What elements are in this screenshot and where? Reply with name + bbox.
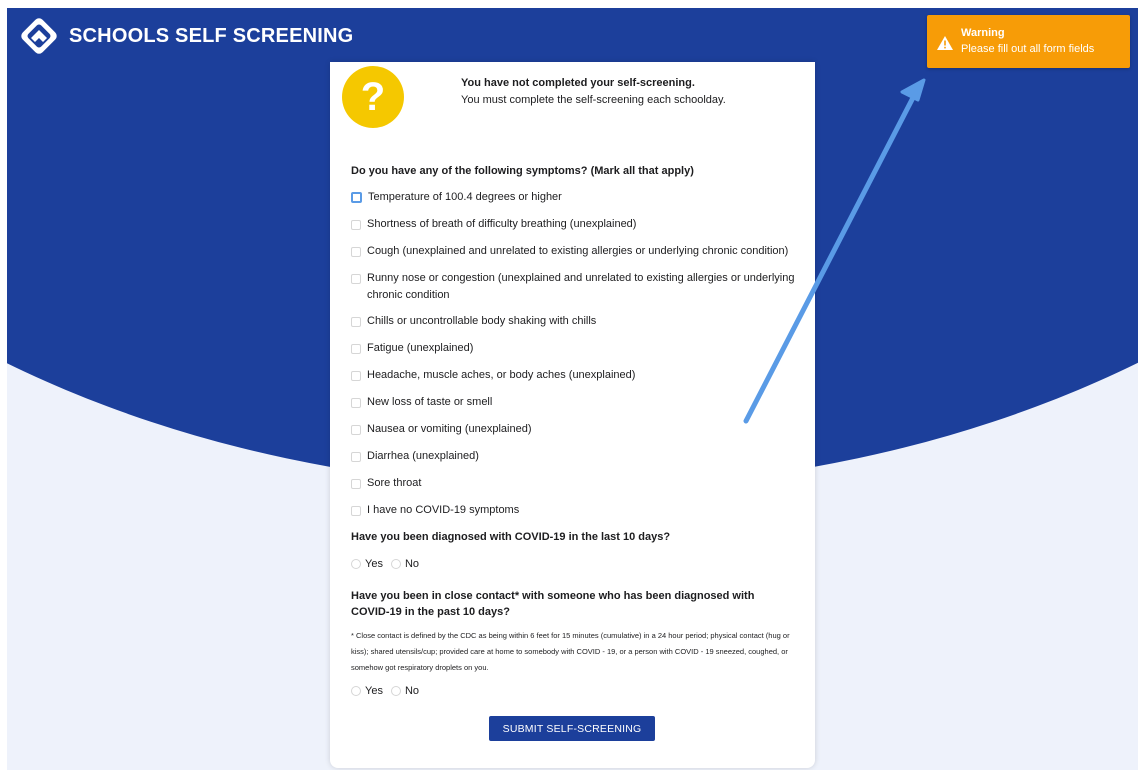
symptom-checkbox[interactable] (351, 479, 361, 489)
diagnosed-question: Have you been diagnosed with COVID-19 in… (351, 531, 671, 543)
symptom-checkbox[interactable] (351, 425, 361, 435)
contact-no-radio[interactable] (390, 686, 401, 696)
question-mark-icon: ? (342, 66, 404, 128)
symptom-option[interactable]: Chills or uncontrollable body shaking wi… (351, 313, 797, 330)
symptom-option[interactable]: Headache, muscle aches, or body aches (u… (351, 367, 797, 384)
symptom-label: Fatigue (unexplained) (367, 342, 474, 354)
symptom-option[interactable]: Shortness of breath of difficulty breath… (351, 216, 797, 233)
contact-question: Have you been in close contact* with som… (351, 590, 755, 618)
warning-triangle-icon (937, 36, 953, 50)
symptom-option[interactable]: I have no COVID-19 symptoms (351, 502, 797, 519)
symptom-label: Runny nose or congestion (unexplained an… (367, 272, 795, 301)
brand-title: SCHOOLS SELF SCREENING (69, 24, 354, 47)
brand-logo-icon (21, 18, 57, 54)
symptom-label: Temperature of 100.4 degrees or higher (368, 191, 562, 203)
notice-subtitle: You must complete the self-screening eac… (461, 94, 726, 106)
symptom-label: New loss of taste or smell (367, 396, 493, 408)
diagnosed-yes-radio[interactable] (351, 559, 361, 569)
symptom-label: Diarrhea (unexplained) (367, 450, 479, 462)
symptom-option[interactable]: Diarrhea (unexplained) (351, 448, 797, 465)
symptom-label: Chills or uncontrollable body shaking wi… (367, 315, 597, 327)
diagnosed-no-label[interactable]: No (405, 558, 419, 570)
diagnosed-no-radio[interactable] (390, 559, 401, 569)
symptom-label: Cough (unexplained and unrelated to exis… (367, 245, 789, 257)
symptom-option[interactable]: Sore throat (351, 475, 797, 492)
symptom-option[interactable]: Cough (unexplained and unrelated to exis… (351, 243, 797, 260)
symptom-option[interactable]: Fatigue (unexplained) (351, 340, 797, 357)
svg-text:?: ? (361, 75, 385, 119)
contact-radio-group: Yes No (351, 685, 427, 697)
symptom-label: Nausea or vomiting (unexplained) (367, 423, 532, 435)
symptom-label: Headache, muscle aches, or body aches (u… (367, 369, 636, 381)
contact-yes-radio[interactable] (351, 686, 361, 696)
symptom-checkbox[interactable] (351, 274, 361, 284)
symptom-checkbox[interactable] (351, 192, 362, 203)
toast-message: Please fill out all form fields (961, 43, 1095, 55)
symptom-option[interactable]: Nausea or vomiting (unexplained) (351, 421, 797, 438)
symptom-checkbox[interactable] (351, 220, 361, 230)
symptom-checkbox[interactable] (351, 506, 361, 516)
contact-footnote: * Close contact is defined by the CDC as… (351, 631, 790, 672)
symptom-checkbox[interactable] (351, 247, 361, 257)
symptom-label: I have no COVID-19 symptoms (367, 504, 520, 516)
symptom-checkbox[interactable] (351, 344, 361, 354)
symptom-option[interactable]: New loss of taste or smell (351, 394, 797, 411)
notice-title: You have not completed your self-screeni… (461, 77, 695, 89)
symptom-label: Sore throat (367, 477, 422, 489)
symptom-checkbox[interactable] (351, 398, 361, 408)
contact-no-label[interactable]: No (405, 685, 419, 697)
contact-yes-label[interactable]: Yes (365, 685, 383, 697)
symptom-option[interactable]: Runny nose or congestion (unexplained an… (351, 270, 797, 304)
symptom-label: Shortness of breath of difficulty breath… (367, 218, 637, 230)
symptom-checkbox[interactable] (351, 371, 361, 381)
diagnosed-radio-group: Yes No (351, 558, 427, 570)
warning-toast[interactable]: Warning Please fill out all form fields (927, 15, 1130, 68)
screening-card: ? You have not completed your self-scree… (330, 62, 815, 768)
diagnosed-yes-label[interactable]: Yes (365, 558, 383, 570)
symptom-option[interactable]: Temperature of 100.4 degrees or higher (351, 189, 798, 206)
symptoms-question: Do you have any of the following symptom… (351, 165, 694, 177)
symptom-checkbox[interactable] (351, 452, 361, 462)
symptom-checkbox[interactable] (351, 317, 361, 327)
toast-title: Warning (961, 27, 1005, 39)
brand[interactable]: SCHOOLS SELF SCREENING (17, 14, 353, 58)
submit-screening-button[interactable]: SUBMIT SELF-SCREENING (489, 716, 655, 741)
